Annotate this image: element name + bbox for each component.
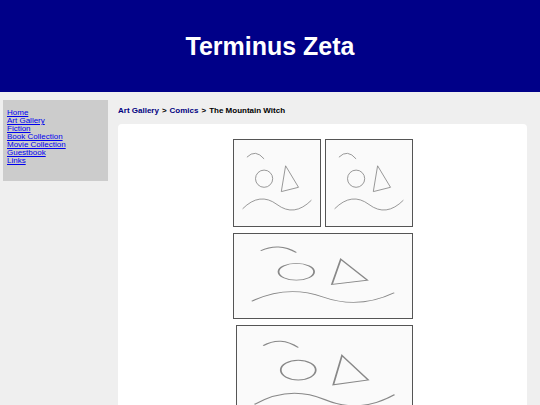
breadcrumb-separator: > — [162, 106, 167, 116]
comic-card — [118, 124, 527, 405]
breadcrumb-separator: > — [201, 106, 206, 116]
comic-image — [233, 139, 413, 405]
sidebar-link[interactable]: Book Collection — [7, 133, 104, 141]
sidebar: HomeArt GalleryFictionBook CollectionMov… — [3, 100, 108, 181]
comic-panel — [236, 325, 413, 405]
breadcrumb-current: The Mountain Witch — [209, 106, 285, 116]
sidebar-link[interactable]: Links — [7, 157, 104, 165]
comic-panel — [233, 233, 413, 319]
main-content: Art Gallery>Comics>The Mountain Witch — [118, 100, 527, 405]
sidebar-link[interactable]: Home — [7, 109, 104, 117]
breadcrumb-link[interactable]: Art Gallery — [118, 106, 159, 116]
sidebar-link[interactable]: Movie Collection — [7, 141, 104, 149]
site-title: Terminus Zeta — [185, 32, 354, 61]
sidebar-link[interactable]: Guestbook — [7, 149, 104, 157]
sidebar-link[interactable]: Fiction — [7, 125, 104, 133]
breadcrumb: Art Gallery>Comics>The Mountain Witch — [118, 106, 527, 116]
site-header: Terminus Zeta — [0, 0, 540, 92]
comic-panel — [233, 139, 321, 227]
breadcrumb-link[interactable]: Comics — [170, 106, 199, 116]
sidebar-link[interactable]: Art Gallery — [7, 117, 104, 125]
comic-panel — [325, 139, 413, 227]
